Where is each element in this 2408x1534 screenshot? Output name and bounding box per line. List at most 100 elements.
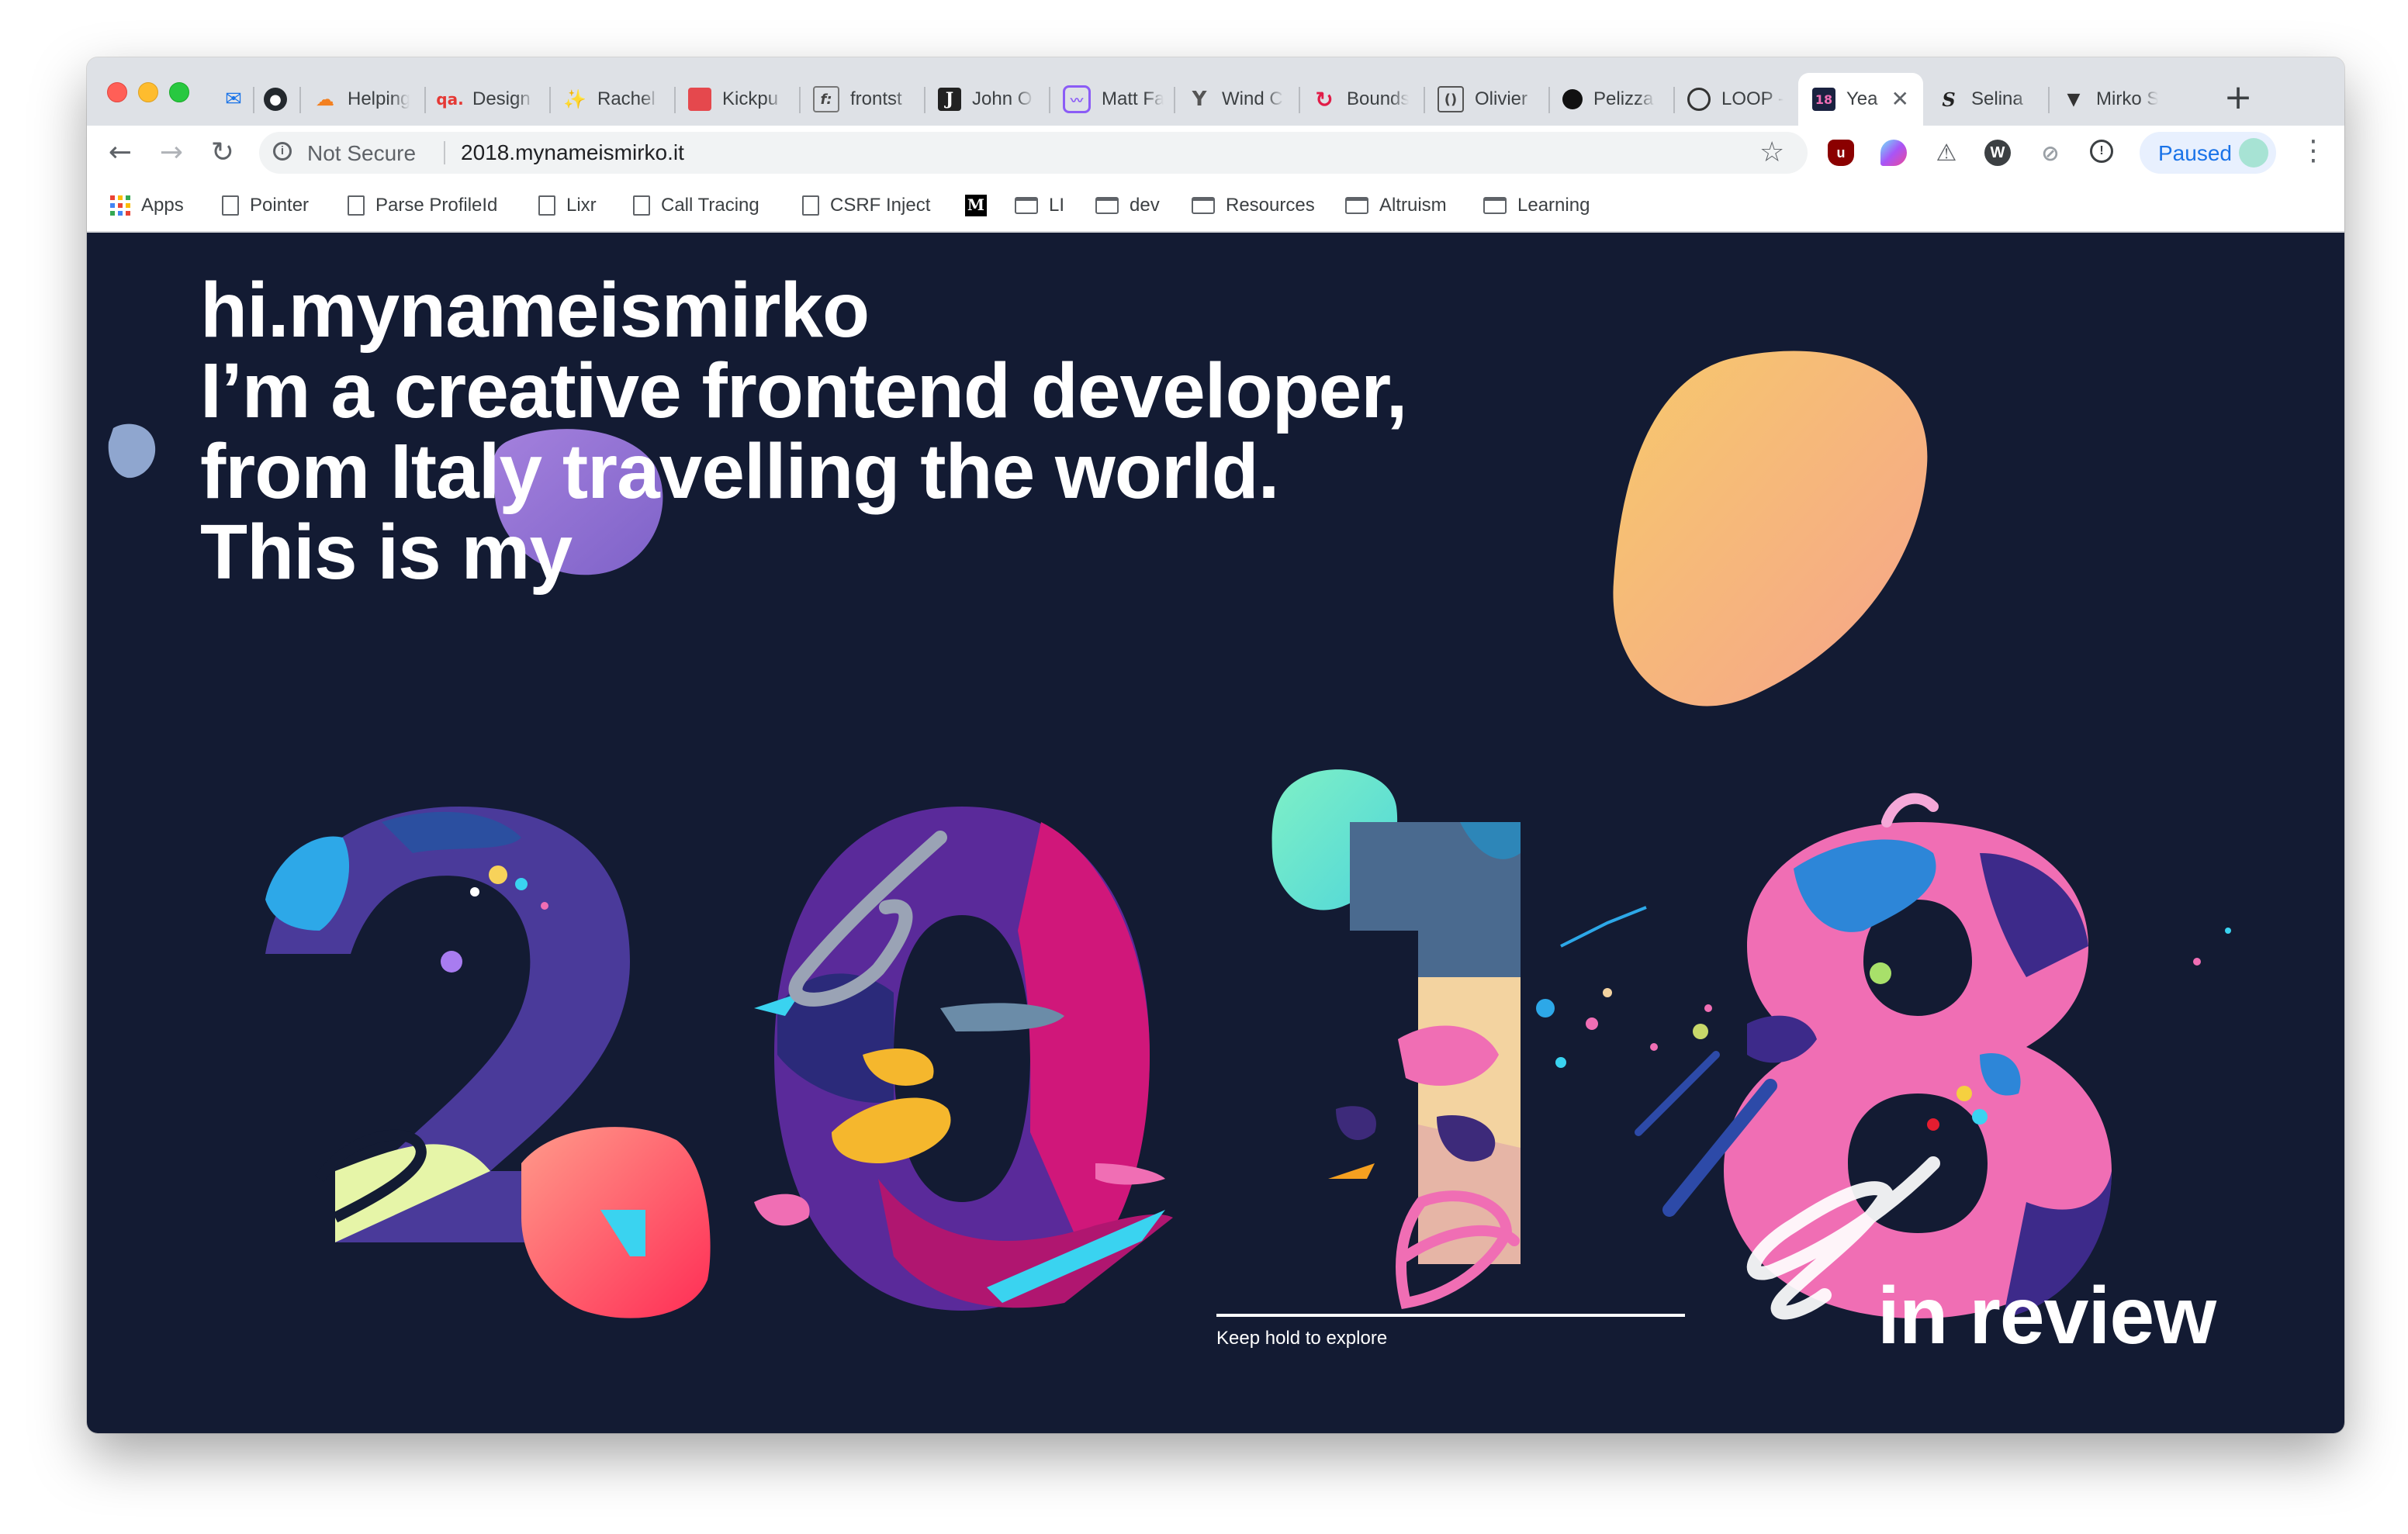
tab-4[interactable]: qa. Design	[424, 73, 549, 126]
bookmark-label: dev	[1130, 195, 1160, 216]
bookmark-label: Call Tracing	[661, 195, 759, 216]
dev-info-icon[interactable]: !	[2090, 140, 2113, 163]
delta-icon[interactable]: ⚠	[1933, 140, 1960, 167]
bookmark-folder-altruism[interactable]: Altruism	[1345, 192, 1447, 219]
github-icon: ●	[264, 88, 287, 111]
tab-17[interactable]: ▼ Mirko S	[2048, 73, 2173, 126]
reload-button[interactable]: ↻	[205, 135, 240, 171]
folder-icon	[1015, 197, 1038, 214]
tab-title: Mirko S	[2096, 88, 2158, 109]
tab-14[interactable]: LOOP -	[1673, 73, 1798, 126]
avatar	[2239, 138, 2268, 168]
bookmark-folder-li[interactable]: LI	[1015, 192, 1064, 219]
tab-1[interactable]: ✉	[213, 73, 253, 126]
tab-active[interactable]: 18 Yea ✕	[1798, 73, 1923, 126]
bookmark-apps[interactable]: Apps	[110, 192, 184, 219]
tab-3[interactable]: ☁ Helping	[299, 73, 424, 126]
tab-13[interactable]: Pelizza	[1548, 73, 1673, 126]
year-digit-8: 8	[1716, 822, 1957, 1256]
page-icon	[222, 195, 239, 216]
bookmark-folder-dev[interactable]: dev	[1095, 192, 1160, 219]
j-icon: J	[938, 88, 961, 111]
url-text[interactable]: 2018.mynameismirko.it	[461, 140, 684, 165]
tab-title: frontst	[850, 88, 902, 109]
browser-window: ✉ ● ☁ Helping qa. Design ✨ Rachel Kickpu f:…	[87, 57, 2344, 1433]
page-icon	[633, 195, 650, 216]
tab-title: LOOP -	[1721, 88, 1784, 109]
palette-icon[interactable]	[1880, 140, 1907, 166]
tab-title: Matt Fa	[1102, 88, 1164, 109]
bookmark-csrf-inject[interactable]: CSRF Inject	[802, 192, 930, 219]
tab-11[interactable]: ↻ Bounds	[1299, 73, 1424, 126]
bookmark-medium[interactable]: M	[965, 192, 998, 219]
profile-button[interactable]: Paused	[2140, 132, 2276, 174]
minimize-window-button[interactable]	[138, 82, 158, 102]
tab-10[interactable]: Y Wind C	[1174, 73, 1299, 126]
wappalyzer-icon[interactable]: W	[1984, 140, 2011, 166]
s-icon: S	[1942, 88, 1956, 111]
bookmark-label: Altruism	[1379, 195, 1447, 216]
bookmark-label: CSRF Inject	[830, 195, 931, 216]
tab-5[interactable]: ✨ Rachel	[549, 73, 674, 126]
bounds-icon: ↻	[1315, 86, 1334, 112]
eye-off-icon[interactable]: ⊘	[2037, 140, 2064, 166]
back-button[interactable]: ←	[102, 135, 138, 171]
triangle-icon: ▼	[2067, 89, 2081, 109]
address-bar[interactable]: i Not Secure 2018.mynameismirko.it ☆	[259, 132, 1808, 174]
windmill-icon: Y	[1192, 88, 1207, 111]
bookmark-star-icon[interactable]: ☆	[1759, 136, 1784, 168]
chart-icon: 〰	[1063, 85, 1091, 113]
year-digit-0: 0	[770, 822, 1011, 1256]
red-square-icon	[688, 88, 711, 111]
browser-toolbar: ← → ↻ i Not Secure 2018.mynameismirko.it…	[87, 126, 2344, 180]
sparkle-icon: ✨	[563, 88, 586, 110]
tab-7[interactable]: f: frontst	[799, 73, 924, 126]
tab-title: Yea	[1846, 88, 1878, 109]
cloudflare-icon: ☁	[316, 88, 334, 110]
function-icon: f:	[813, 86, 839, 112]
page-icon	[802, 195, 819, 216]
tab-8[interactable]: J John O	[924, 73, 1049, 126]
tab-title: Rachel	[597, 88, 656, 109]
tab-title: Olivier	[1475, 88, 1528, 109]
bookmark-call-tracing[interactable]: Call Tracing	[633, 192, 759, 219]
more-menu-icon[interactable]: ⋮	[2299, 135, 2327, 167]
close-window-button[interactable]	[107, 82, 127, 102]
maximize-window-button[interactable]	[169, 82, 189, 102]
folder-icon	[1095, 197, 1119, 214]
tab-title: Wind C	[1222, 88, 1283, 109]
page-viewport[interactable]: hi.mynameismirko I’m a creative frontend…	[87, 233, 2344, 1433]
hint-text: Keep hold to explore	[1216, 1328, 1388, 1349]
mail-icon: ✉	[225, 88, 242, 111]
loop-icon	[1687, 88, 1711, 111]
page-icon	[538, 195, 555, 216]
bookmark-label: Pointer	[250, 195, 310, 216]
bookmark-parse-profileid[interactable]: Parse ProfileId	[348, 192, 497, 219]
forward-button[interactable]: →	[154, 135, 189, 171]
tab-6[interactable]: Kickpu	[674, 73, 799, 126]
tab-12[interactable]: () Olivier	[1424, 73, 1548, 126]
tab-title: Kickpu	[722, 88, 779, 109]
tab-title: Selina	[1971, 88, 2023, 109]
bookmark-folder-resources[interactable]: Resources	[1192, 192, 1315, 219]
black-dot-icon	[1562, 89, 1583, 109]
tab-16[interactable]: S Selina	[1923, 73, 2048, 126]
ublock-icon[interactable]: u	[1828, 140, 1854, 166]
close-tab-icon[interactable]: ✕	[1891, 87, 1909, 112]
new-tab-button[interactable]: +	[2217, 78, 2259, 119]
bookmark-label: Resources	[1226, 195, 1315, 216]
info-icon[interactable]: i	[273, 142, 292, 161]
tab-2[interactable]: ●	[253, 73, 299, 126]
o-icon: ()	[1438, 86, 1464, 112]
keep-hold-hint[interactable]: Keep hold to explore	[1216, 1314, 1685, 1349]
year-digit-2: 2	[265, 822, 507, 1256]
qa-icon: qa.	[436, 90, 464, 109]
tab-list: ✉ ● ☁ Helping qa. Design ✨ Rachel Kickpu f:…	[213, 73, 2173, 126]
bookmark-folder-learning[interactable]: Learning	[1483, 192, 1590, 219]
bookmark-pointer[interactable]: Pointer	[222, 192, 309, 219]
bookmark-lixr[interactable]: Lixr	[538, 192, 597, 219]
tab-9[interactable]: 〰 Matt Fa	[1049, 73, 1174, 126]
folder-icon	[1345, 197, 1368, 214]
bookmark-label: Parse ProfileId	[375, 195, 498, 216]
folder-icon	[1192, 197, 1215, 214]
